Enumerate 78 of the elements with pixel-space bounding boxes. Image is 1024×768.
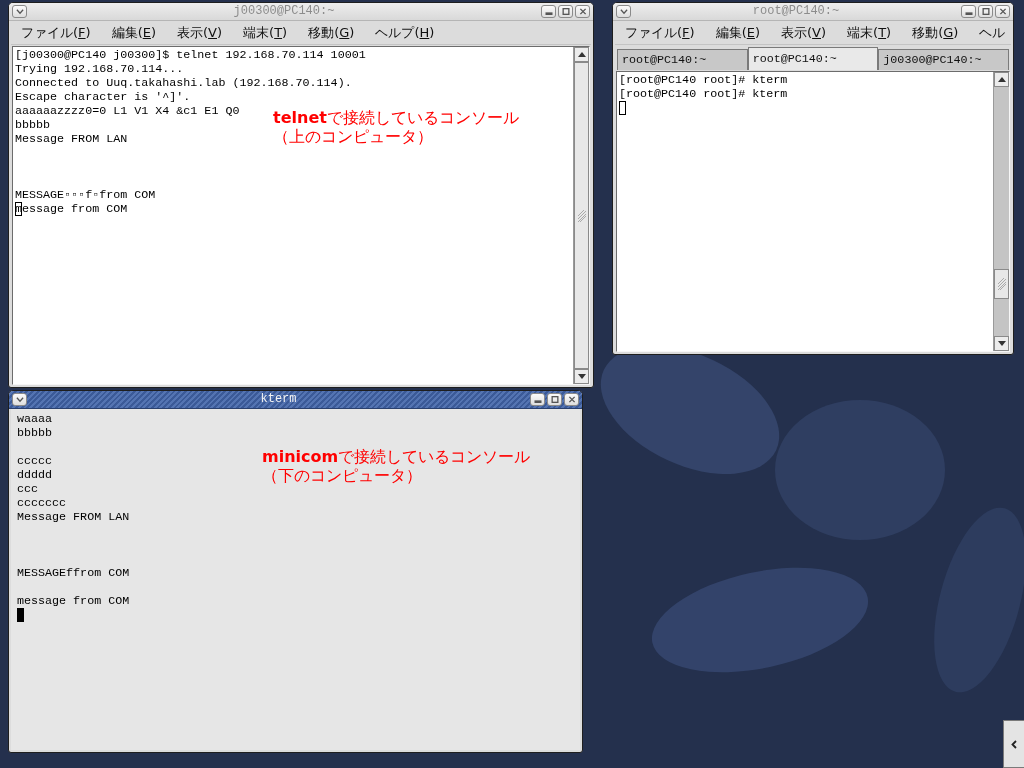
- maximize-icon: [981, 8, 990, 15]
- terminal-line: bbbbb: [15, 118, 51, 132]
- terminal-line: Message FROM LAN: [15, 132, 128, 146]
- terminal-area[interactable]: [root@PC140 root]# kterm [root@PC140 root]# kterm: [616, 71, 1010, 352]
- window-menu-button[interactable]: [12, 393, 27, 406]
- menu-item[interactable]: 編集(E): [104, 21, 163, 44]
- terminal-line: message from COM: [17, 594, 130, 608]
- terminal-line: Message FROM LAN: [17, 510, 130, 524]
- terminal-line: Escape character is '^]'.: [15, 90, 191, 104]
- annotation-text: （下のコンピュータ）: [262, 466, 423, 485]
- scroll-up-button[interactable]: [994, 72, 1009, 87]
- terminal-line: bbbbb: [17, 426, 53, 440]
- maximize-button[interactable]: [558, 5, 573, 18]
- arrow-up-icon: [577, 52, 586, 57]
- scrollbar[interactable]: [993, 72, 1009, 351]
- maximize-button[interactable]: [547, 393, 562, 406]
- window-title: kterm: [260, 391, 297, 408]
- terminal-line: ccc: [17, 482, 39, 496]
- annotation-text: telnetで接続しているコンソール: [273, 108, 519, 127]
- window-title: root@PC140:~: [752, 3, 840, 20]
- caret-down-icon: [15, 396, 24, 403]
- menu-item[interactable]: ファイル(F): [618, 21, 702, 44]
- maximize-button[interactable]: [978, 5, 993, 18]
- scroll-up-button[interactable]: [574, 47, 589, 62]
- caret-down-icon: [15, 8, 24, 15]
- close-icon: [578, 8, 587, 15]
- close-icon: [998, 8, 1007, 15]
- menu-item[interactable]: 編集(E): [708, 21, 767, 44]
- terminal-line: [root@PC140 root]# kterm: [619, 73, 788, 87]
- scroll-down-button[interactable]: [574, 369, 589, 384]
- terminal-line: aaaaaazzzz0=0 L1 V1 X4 &c1 E1 Q0: [15, 104, 240, 118]
- arrow-up-icon: [997, 77, 1006, 82]
- terminal-line: [root@PC140 root]# kterm: [619, 87, 788, 101]
- close-icon: [567, 396, 576, 403]
- terminal-line: ccccc: [17, 454, 53, 468]
- panel-hide-button[interactable]: [1003, 720, 1024, 768]
- menu-item[interactable]: ファイル(F): [14, 21, 98, 44]
- minimize-button[interactable]: [530, 393, 545, 406]
- scrollbar-thumb[interactable]: [994, 268, 1009, 299]
- maximize-icon: [561, 8, 570, 15]
- terminal-line: ddddd: [17, 468, 53, 482]
- window-menu-button[interactable]: [12, 5, 27, 18]
- close-button[interactable]: [995, 5, 1010, 18]
- arrow-down-icon: [997, 341, 1006, 346]
- terminal-tab[interactable]: root@PC140:~: [747, 47, 879, 70]
- annotation-text: （上のコンピュータ）: [273, 127, 434, 146]
- terminal-line: [j00300@PC140 j00300]$ telnet 192.168.70.114 10001: [15, 48, 366, 62]
- grip-icon: [997, 277, 1006, 290]
- annotation-text: minicomで接続しているコンソール: [262, 447, 531, 466]
- minimize-button[interactable]: [961, 5, 976, 18]
- terminal-line: waaaa: [17, 412, 53, 426]
- menu-item[interactable]: 表示(V): [774, 21, 834, 44]
- menu-item[interactable]: ヘル: [972, 21, 1011, 44]
- maximize-icon: [550, 396, 559, 403]
- menu-item[interactable]: 端末(T): [236, 21, 295, 44]
- window-menu-button[interactable]: [616, 5, 631, 18]
- menu-item[interactable]: 移動(G): [905, 21, 966, 44]
- caret-down-icon: [619, 8, 628, 15]
- menu-item[interactable]: 表示(V): [170, 21, 230, 44]
- menu-item[interactable]: 移動(G): [301, 21, 362, 44]
- arrow-down-icon: [577, 374, 586, 379]
- menu-item[interactable]: 端末(T): [840, 21, 899, 44]
- scroll-down-button[interactable]: [994, 336, 1009, 351]
- terminal-tab[interactable]: j00300@PC140:~: [878, 49, 1009, 70]
- minimize-button[interactable]: [541, 5, 556, 18]
- terminal-tab[interactable]: root@PC140:~: [617, 49, 748, 70]
- terminal-line: MESSAGEffrom COM: [17, 566, 130, 580]
- close-button[interactable]: [575, 5, 590, 18]
- close-button[interactable]: [564, 393, 579, 406]
- window-title: j00300@PC140:~: [233, 3, 335, 20]
- terminal-line: ccccccc: [17, 496, 67, 510]
- menu-item[interactable]: ヘルプ(H): [368, 21, 442, 44]
- terminal-line: Connected to Uuq.takahashi.lab (192.168.70.114).: [15, 76, 352, 90]
- grip-icon: [577, 209, 586, 222]
- terminal-area[interactable]: waaaa bbbbb ccccc ddddd ccc ccccccc Message FROM LAN MESSAGEffrom COM message from COM minicomで接続しているコンソール （下のコンピュータ）: [11, 409, 580, 750]
- terminal-line: Trying 192.168.70.114...: [15, 62, 184, 76]
- chevron-left-icon: [1011, 739, 1017, 749]
- terminal-line: MESSAGE▫▫▫f▫from COM: [15, 188, 156, 202]
